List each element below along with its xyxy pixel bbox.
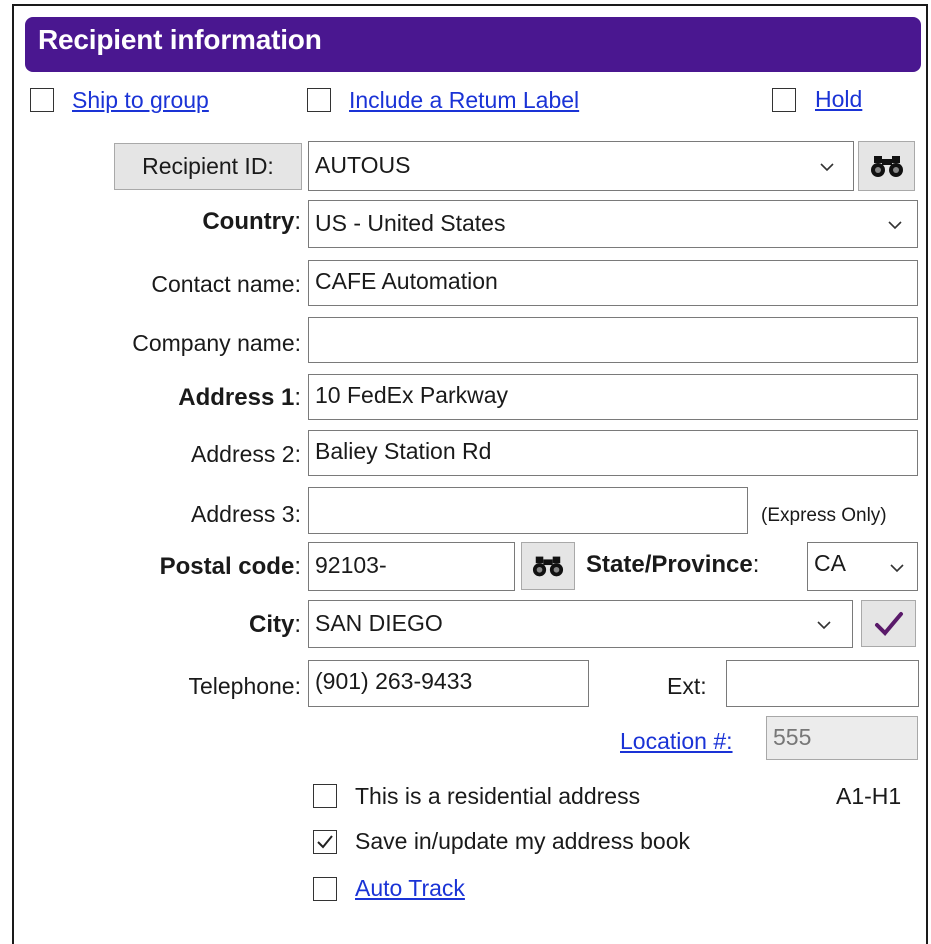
- city-label: City:: [248, 611, 301, 638]
- location-link[interactable]: Location #:: [620, 728, 733, 755]
- save-address-book-checkbox[interactable]: [313, 830, 337, 854]
- country-select[interactable]: US - United States: [308, 200, 918, 248]
- ext-label: Ext:: [667, 673, 707, 699]
- chevron-down-icon[interactable]: [820, 160, 834, 174]
- chevron-down-icon[interactable]: [888, 218, 902, 232]
- postal-code-value: 92103-: [315, 552, 387, 578]
- location-input: 555: [766, 716, 918, 760]
- city-value: SAN DIEGO: [315, 610, 443, 636]
- section-title: Recipient information: [38, 24, 322, 55]
- ship-to-group-checkbox[interactable]: [30, 88, 54, 112]
- express-only-note: (Express Only): [761, 505, 887, 526]
- postal-code-input[interactable]: 92103-: [308, 542, 515, 591]
- contact-name-value: CAFE Automation: [315, 268, 498, 294]
- binoculars-icon: [870, 156, 903, 177]
- address1-input[interactable]: 10 FedEx Parkway: [308, 374, 918, 420]
- checkmark-icon: [874, 611, 903, 636]
- ship-to-group-link[interactable]: Ship to group: [72, 87, 209, 114]
- include-return-label-checkbox[interactable]: [307, 88, 331, 112]
- location-value: 555: [773, 724, 812, 750]
- address1-label: Address 1:: [178, 384, 301, 411]
- telephone-label: Telephone:: [188, 673, 301, 699]
- address2-input[interactable]: Baliey Station Rd: [308, 430, 918, 476]
- hold-checkbox[interactable]: [772, 88, 796, 112]
- recipient-id-button-label: Recipient ID:: [142, 153, 274, 179]
- state-province-label: State/Province:: [586, 551, 760, 578]
- auto-track-checkbox[interactable]: [313, 877, 337, 901]
- auto-track-link[interactable]: Auto Track: [355, 875, 465, 902]
- city-combobox[interactable]: SAN DIEGO: [308, 600, 853, 648]
- address3-label: Address 3:: [191, 501, 301, 527]
- address2-label: Address 2:: [191, 441, 301, 467]
- telephone-value: (901) 263-9433: [315, 668, 473, 694]
- residential-address-label: This is a residential address: [355, 783, 641, 809]
- recipient-lookup-button[interactable]: [858, 141, 915, 191]
- contact-name-label: Contact name:: [151, 271, 301, 297]
- address1-value: 10 FedEx Parkway: [315, 382, 509, 408]
- company-name-input[interactable]: [308, 317, 918, 363]
- address3-input[interactable]: [308, 487, 748, 534]
- state-province-value: CA: [814, 550, 846, 576]
- recipient-id-combobox[interactable]: AUTOUS: [308, 141, 854, 191]
- route-code: A1-H1: [836, 783, 902, 809]
- recipient-id-value: AUTOUS: [315, 152, 411, 178]
- binoculars-icon: [532, 556, 564, 577]
- address2-value: Baliey Station Rd: [315, 438, 492, 464]
- recipient-id-button[interactable]: Recipient ID:: [114, 143, 302, 190]
- telephone-input[interactable]: (901) 263-9433: [308, 660, 589, 707]
- validate-address-button[interactable]: [861, 600, 916, 647]
- postal-code-label: Postal code:: [159, 553, 301, 580]
- postal-lookup-button[interactable]: [521, 542, 575, 590]
- ext-input[interactable]: [726, 660, 919, 707]
- check-icon: [317, 835, 333, 849]
- save-address-book-label: Save in/update my address book: [355, 828, 690, 854]
- chevron-down-icon[interactable]: [890, 561, 904, 575]
- country-label: Country:: [202, 208, 301, 235]
- company-name-label: Company name:: [132, 330, 301, 356]
- hold-link[interactable]: Hold: [815, 86, 862, 113]
- chevron-down-icon[interactable]: [817, 618, 831, 632]
- contact-name-input[interactable]: CAFE Automation: [308, 260, 918, 306]
- residential-address-checkbox[interactable]: [313, 784, 337, 808]
- country-value: US - United States: [315, 210, 506, 236]
- include-return-label-link[interactable]: Include a Retum Label: [349, 87, 579, 114]
